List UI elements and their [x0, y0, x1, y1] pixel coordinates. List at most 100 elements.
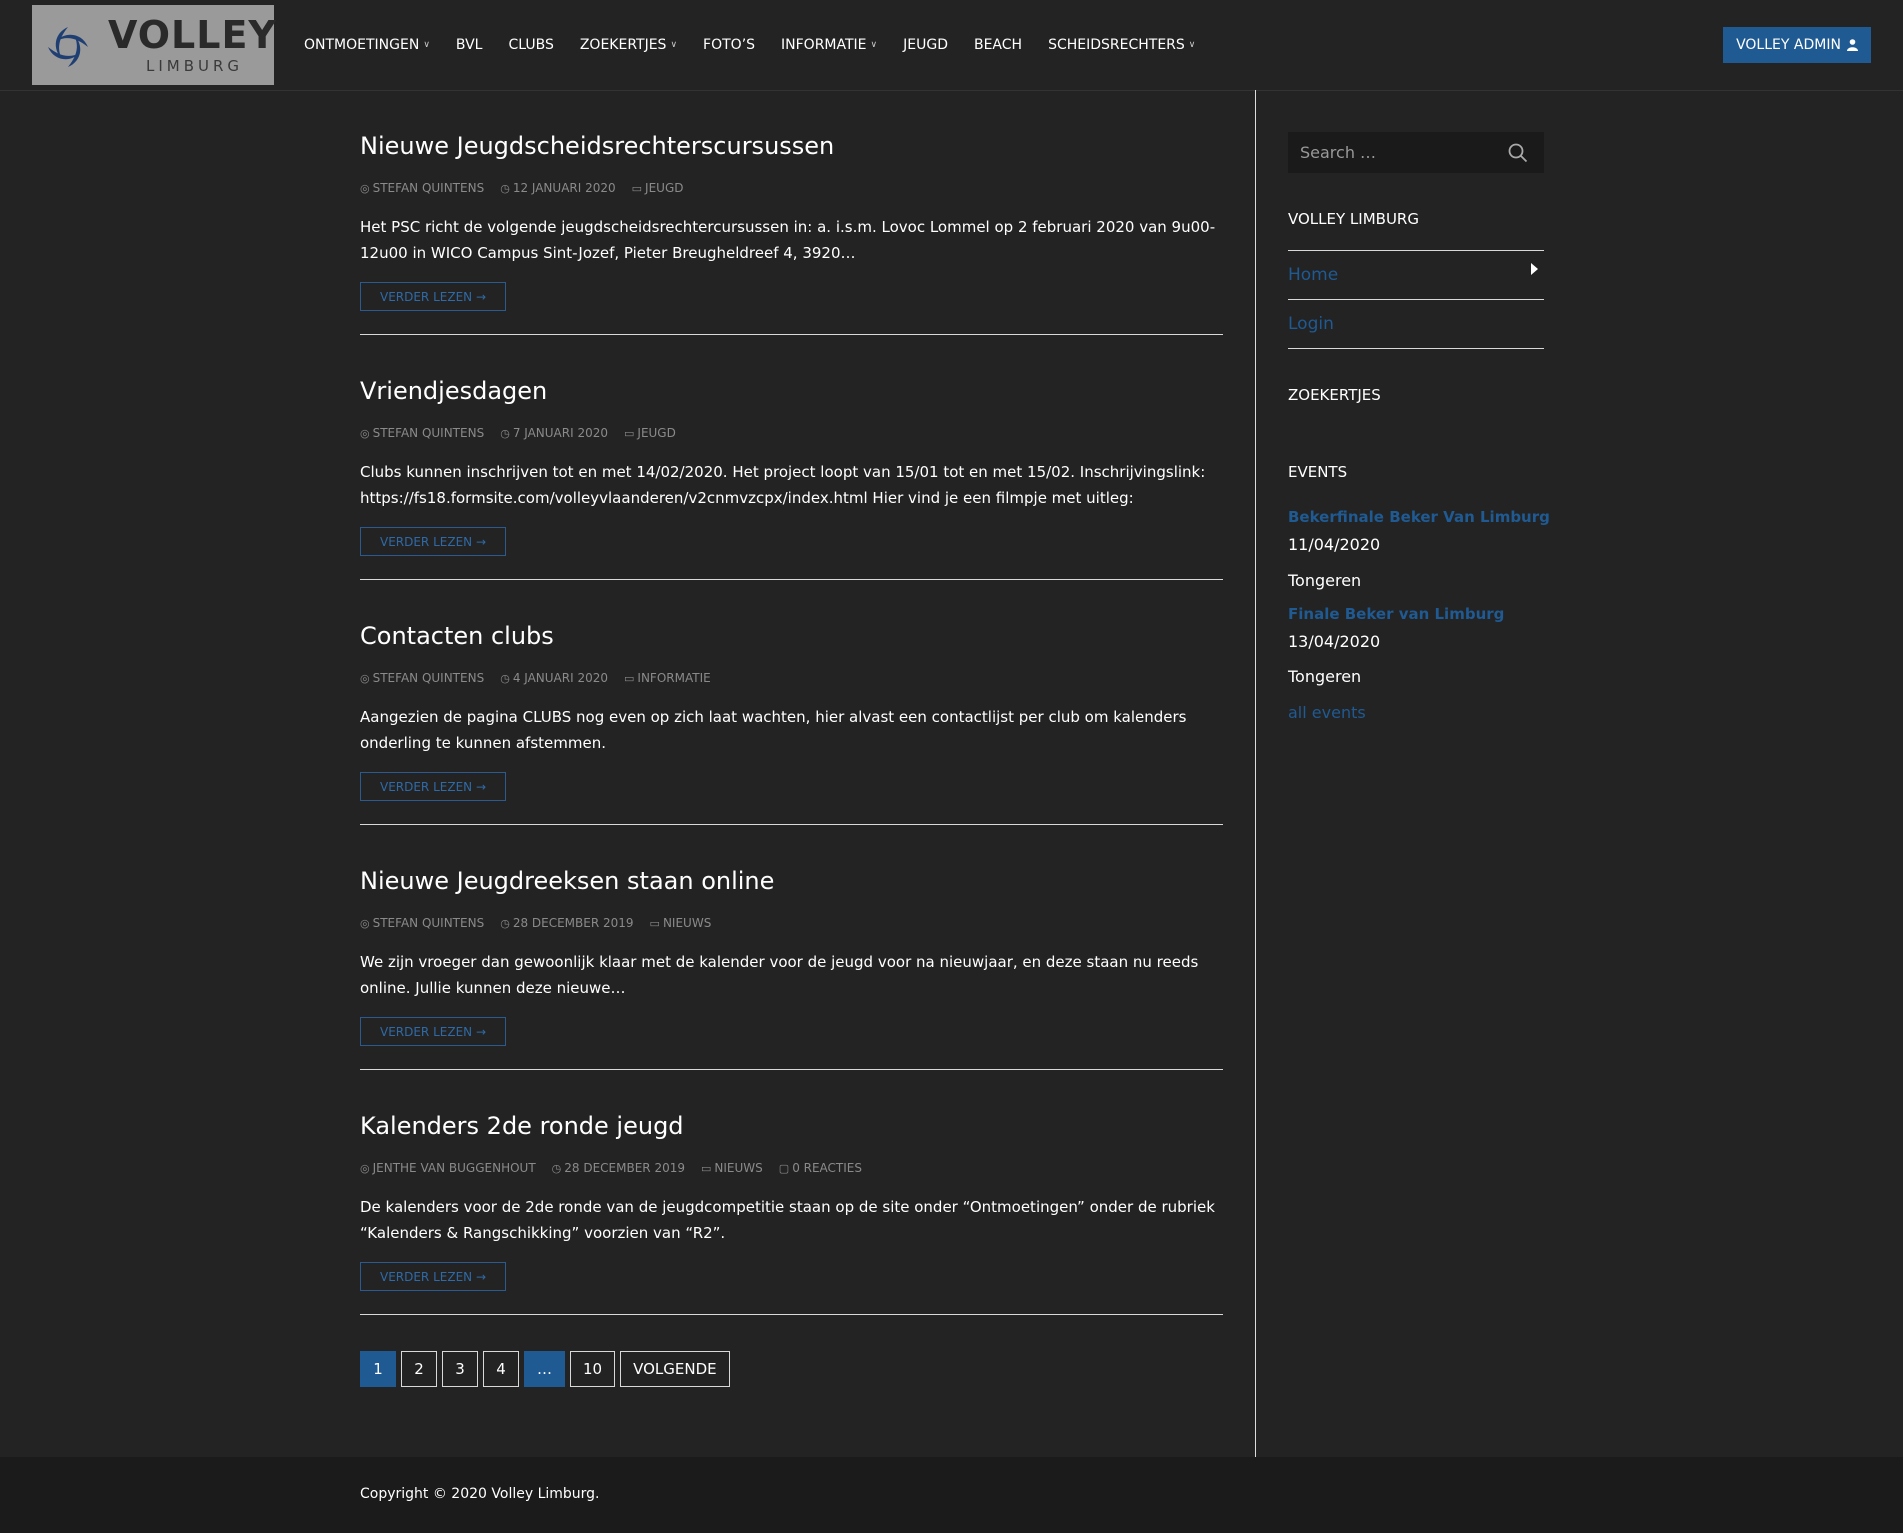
post-meta: ◎ JENTHE VAN BUGGENHOUT ◷ 28 DECEMBER 2019…: [360, 1161, 862, 1175]
page-button-1[interactable]: 1: [360, 1351, 396, 1387]
nav-item-scheidsrechters[interactable]: SCHEIDSRECHTERS ∨: [1048, 37, 1195, 53]
page-button-2[interactable]: 2: [401, 1351, 437, 1387]
post-date[interactable]: ◷ 4 JANUARI 2020: [500, 671, 608, 685]
folder-icon: ▭: [649, 916, 660, 930]
nav-item-zoekertjes[interactable]: ZOEKERTJES ∨: [580, 37, 677, 53]
post-author[interactable]: ◎ STEFAN QUINTENS: [360, 916, 484, 930]
post-title[interactable]: Contacten clubs: [360, 622, 554, 650]
clock-icon: ◷: [500, 181, 510, 195]
all-events-link[interactable]: all events: [1288, 703, 1366, 722]
site-logo[interactable]: VOLLEY LIMBURG: [32, 5, 277, 85]
post-item: Nieuwe Jeugdreeksen staan online ◎ STEFAN…: [360, 825, 1223, 1070]
search-widget: [1288, 132, 1544, 173]
event-date: 11/04/2020: [1288, 535, 1381, 554]
post-title[interactable]: Kalenders 2de ronde jeugd: [360, 1112, 684, 1140]
nav-item-beach[interactable]: BEACH: [974, 37, 1022, 53]
post-category[interactable]: ▭ NIEUWS: [701, 1161, 763, 1175]
post-author[interactable]: ◎ STEFAN QUINTENS: [360, 181, 484, 195]
comments-icon: ▢: [778, 1161, 790, 1175]
post-category[interactable]: ▭ JEUGD: [624, 426, 676, 440]
post-date[interactable]: ◷ 12 JANUARI 2020: [500, 181, 615, 195]
sidebar-item-home[interactable]: Home: [1288, 250, 1544, 299]
logo-wordmark: VOLLEY: [108, 13, 277, 57]
post-excerpt: Het PSC richt de volgende jeugdscheidsre…: [360, 218, 1216, 262]
next-page-button[interactable]: VOLGENDE: [620, 1351, 730, 1387]
search-icon[interactable]: [1507, 142, 1529, 164]
nav-item-jeugd[interactable]: JEUGD: [903, 37, 948, 53]
post-meta: ◎ STEFAN QUINTENS ◷ 4 JANUARI 2020 ▭ INFORM…: [360, 671, 711, 685]
post-author[interactable]: ◎ STEFAN QUINTENS: [360, 426, 484, 440]
nav-item-clubs[interactable]: CLUBS: [508, 37, 553, 53]
clock-icon: ◷: [551, 1161, 562, 1175]
post-date-text: 28 DECEMBER 2019: [512, 916, 634, 930]
user-circle-icon: ◎: [360, 181, 370, 195]
clock-icon: ◷: [500, 916, 510, 930]
post-comments[interactable]: ▢ 0 REACTIES: [779, 1161, 862, 1175]
post-author[interactable]: ◎ STEFAN QUINTENS: [360, 671, 484, 685]
sidebar-divider: [1255, 90, 1256, 1457]
nav-item-fotos[interactable]: FOTO’S: [703, 37, 755, 53]
read-more-button[interactable]: VERDER LEZEN →: [360, 772, 506, 801]
chevron-down-icon: ∨: [1188, 40, 1196, 50]
post-category-text: INFORMATIE: [637, 671, 711, 685]
post-author-text: STEFAN QUINTENS: [372, 671, 485, 685]
widget-title-zoekertjes: ZOEKERTJES: [1288, 386, 1381, 404]
clock-icon: ◷: [500, 671, 510, 685]
post-title[interactable]: Nieuwe Jeugdreeksen staan online: [360, 867, 774, 895]
nav-label: ZOEKERTJES: [579, 37, 667, 53]
sidebar-item-login[interactable]: Login: [1288, 299, 1544, 349]
nav-label: INFORMATIE: [781, 37, 867, 53]
post-excerpt: Clubs kunnen inschrijven tot en met 14/0…: [360, 463, 1206, 507]
post-excerpt: De kalenders voor de 2de ronde van de je…: [360, 1198, 1215, 1242]
post-item: Kalenders 2de ronde jeugd ◎ JENTHE VAN BU…: [360, 1070, 1223, 1315]
post-author-text: STEFAN QUINTENS: [372, 181, 485, 195]
page-button-4[interactable]: 4: [483, 1351, 519, 1387]
nav-label: FOTO’S: [703, 37, 756, 53]
event-title-link[interactable]: Finale Beker van Limburg: [1288, 605, 1504, 623]
post-item: Vriendjesdagen ◎ STEFAN QUINTENS ◷ 7 JANUA…: [360, 335, 1223, 580]
volleyball-icon: [46, 25, 90, 69]
post-author-text: STEFAN QUINTENS: [372, 916, 485, 930]
read-more-button[interactable]: VERDER LEZEN →: [360, 527, 506, 556]
clock-icon: ◷: [500, 426, 510, 440]
post-date-text: 4 JANUARI 2020: [512, 671, 608, 685]
user-circle-icon: ◎: [360, 426, 370, 440]
post-item: Contacten clubs ◎ STEFAN QUINTENS ◷ 4 JANU…: [360, 580, 1223, 825]
caret-right-icon: [1531, 263, 1538, 275]
page-button-10[interactable]: 10: [570, 1351, 616, 1387]
post-author[interactable]: ◎ JENTHE VAN BUGGENHOUT: [360, 1161, 536, 1175]
nav-item-ontmoetingen[interactable]: ONTMOETINGEN ∨: [304, 37, 430, 53]
nav-item-informatie[interactable]: INFORMATIE ∨: [781, 37, 877, 53]
user-circle-icon: ◎: [360, 1161, 370, 1175]
search-input[interactable]: [1288, 132, 1498, 173]
folder-icon: ▭: [624, 426, 635, 440]
user-icon: [1846, 39, 1858, 51]
read-more-button[interactable]: VERDER LEZEN →: [360, 282, 506, 311]
widget-title-events: EVENTS: [1288, 463, 1348, 481]
folder-icon: ▭: [624, 671, 635, 685]
nav-item-bvl[interactable]: BVL: [456, 37, 483, 53]
post-category[interactable]: ▭ INFORMATIE: [624, 671, 711, 685]
site-header: VOLLEY LIMBURG ONTMOETINGEN ∨ BVL CLUBS Z…: [0, 0, 1903, 91]
post-title[interactable]: Vriendjesdagen: [360, 377, 547, 405]
post-date-text: 7 JANUARI 2020: [512, 426, 608, 440]
post-date[interactable]: ◷ 28 DECEMBER 2019: [500, 916, 633, 930]
event-title-link[interactable]: Bekerfinale Beker Van Limburg: [1288, 508, 1550, 526]
volley-admin-button[interactable]: VOLLEY ADMIN: [1723, 27, 1871, 63]
post-date[interactable]: ◷ 7 JANUARI 2020: [500, 426, 608, 440]
post-date[interactable]: ◷ 28 DECEMBER 2019: [552, 1161, 685, 1175]
read-more-button[interactable]: VERDER LEZEN →: [360, 1262, 506, 1291]
post-meta: ◎ STEFAN QUINTENS ◷ 28 DECEMBER 2019 ▭ NIEU…: [360, 916, 711, 930]
pagination: 1 2 3 4 … 10 VOLGENDE: [360, 1351, 730, 1387]
page-button-3[interactable]: 3: [442, 1351, 478, 1387]
post-category-text: JEUGD: [637, 426, 676, 440]
post-category[interactable]: ▭ JEUGD: [632, 181, 684, 195]
chevron-down-icon: ∨: [423, 40, 430, 50]
post-title[interactable]: Nieuwe Jeugdscheidsrechterscursussen: [360, 132, 834, 160]
read-more-button[interactable]: VERDER LEZEN →: [360, 1017, 506, 1046]
chevron-down-icon: ∨: [870, 40, 878, 50]
post-item: Nieuwe Jeugdscheidsrechterscursussen ◎ ST…: [360, 90, 1223, 335]
site-footer: Copyright © 2020 Volley Limburg.: [0, 1457, 1903, 1533]
sidebar-item-label: Login: [1288, 314, 1334, 334]
post-category[interactable]: ▭ NIEUWS: [650, 916, 712, 930]
